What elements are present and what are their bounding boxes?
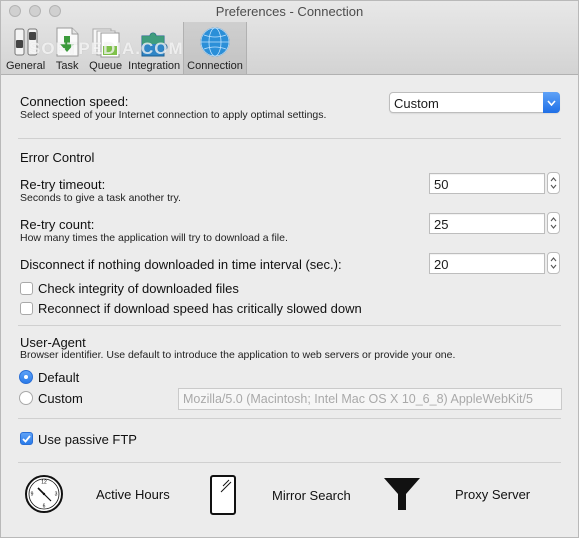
disconnect-interval-stepper[interactable] [547,252,560,274]
user-agent-description: Browser identifier. Use default to intro… [20,349,456,361]
mirror-search-label: Mirror Search [272,487,351,503]
tab-general-label: General [6,60,46,72]
disconnect-interval-field[interactable]: 20 [429,253,545,274]
window-title: Preferences - Connection [215,4,364,19]
download-document-icon [56,27,79,57]
retry-count-field[interactable]: 25 [429,213,545,234]
reconnect-checkbox[interactable] [20,302,33,315]
user-agent-custom-radio[interactable] [19,391,33,405]
mirror-icon [210,475,236,515]
tab-queue[interactable]: Queue [86,22,125,74]
separator [18,418,561,419]
retry-timeout-value: 50 [434,177,449,192]
separator [18,138,561,139]
stepper-arrows-icon [550,177,557,189]
user-agent-default-radio[interactable] [19,370,33,384]
chevron-down-icon[interactable] [543,92,560,113]
separator [18,462,561,463]
preferences-window: Preferences - Connection General Task Qu… [0,0,579,538]
stacked-documents-icon [92,28,120,58]
checkmark-icon [22,434,31,443]
svg-text:9: 9 [31,492,34,498]
user-agent-heading: User-Agent [20,335,86,350]
retry-timeout-stepper[interactable] [547,172,560,194]
retry-count-description: How many times the application will try … [20,232,288,244]
tab-general[interactable]: General [3,22,48,74]
active-hours-label: Active Hours [96,486,170,502]
globe-icon [200,27,230,57]
funnel-icon [384,478,420,510]
connection-speed-label: Connection speed: [20,94,129,109]
disconnect-interval-label: Disconnect if nothing downloaded in time… [20,257,342,272]
passive-ftp-label[interactable]: Use passive FTP [38,432,137,447]
puzzle-icon [141,32,168,57]
tab-task-label: Task [55,60,79,72]
tab-integration-label: Integration [128,60,181,72]
tab-task[interactable]: Task [48,22,86,74]
user-agent-custom-input[interactable] [178,388,562,410]
proxy-server-button[interactable]: Proxy Server [382,474,530,514]
error-control-heading: Error Control [20,150,95,165]
passive-ftp-checkbox[interactable] [20,432,33,445]
proxy-server-label: Proxy Server [455,486,531,502]
tab-integration[interactable]: Integration [125,22,183,74]
connection-speed-description: Select speed of your Internet connection… [20,109,327,121]
tab-connection[interactable]: Connection [183,22,247,74]
svg-text:6: 6 [43,504,46,510]
switches-icon [14,28,38,56]
disconnect-interval-value: 20 [434,257,449,272]
user-agent-custom-label[interactable]: Custom [38,391,83,406]
check-integrity-checkbox[interactable] [20,282,33,295]
tab-connection-label: Connection [187,60,243,72]
preferences-toolbar: General Task Queue Integration Connectio… [3,22,247,74]
stepper-arrows-icon [550,217,557,229]
clock-icon: 12 3 6 9 [25,475,63,513]
stepper-arrows-icon [550,257,557,269]
retry-count-label: Re-try count: [20,217,95,232]
retry-timeout-field[interactable]: 50 [429,173,545,194]
svg-text:3: 3 [55,492,58,498]
connection-settings-panel: Connection speed: Select speed of your I… [1,76,578,537]
user-agent-custom-text[interactable] [179,389,561,409]
check-integrity-label[interactable]: Check integrity of downloaded files [38,281,239,296]
title-bar: Preferences - Connection General Task Qu… [1,1,578,75]
separator [18,325,561,326]
retry-count-value: 25 [434,217,449,232]
retry-timeout-label: Re-try timeout: [20,177,106,192]
reconnect-label[interactable]: Reconnect if download speed has critical… [38,301,362,316]
mirror-search-button[interactable]: Mirror Search [209,474,351,516]
tab-queue-label: Queue [89,60,123,72]
connection-speed-selected-value: Custom [394,96,439,111]
retry-timeout-description: Seconds to give a task another try. [20,192,181,204]
svg-text:12: 12 [41,480,47,486]
active-hours-button[interactable]: 12 3 6 9 Active Hours [24,474,170,514]
user-agent-default-label[interactable]: Default [38,370,79,385]
retry-count-stepper[interactable] [547,212,560,234]
connection-speed-select[interactable]: Custom [389,92,560,113]
